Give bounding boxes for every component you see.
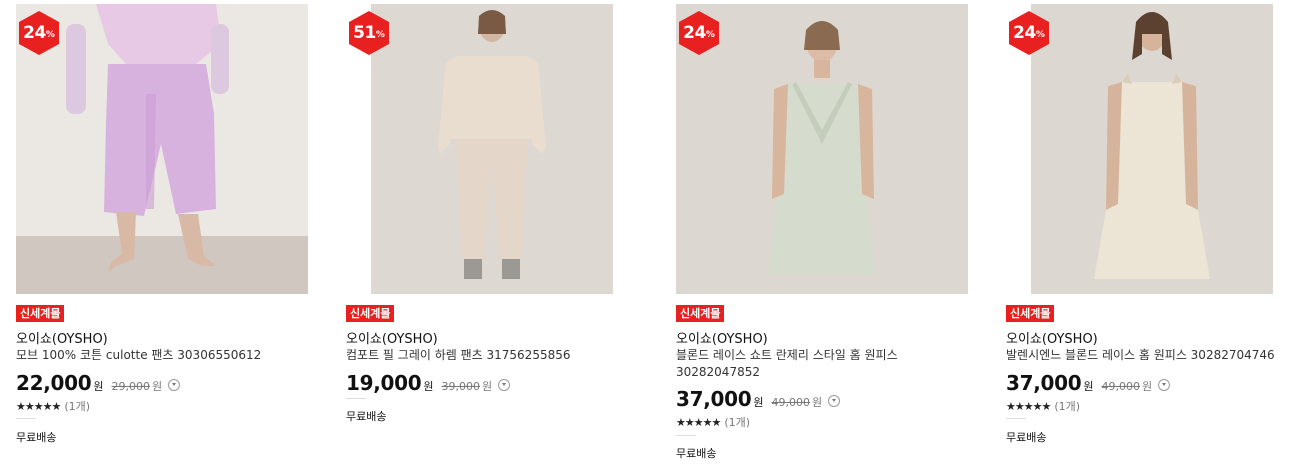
price-info-icon[interactable] xyxy=(168,379,181,391)
discount-value: 24 xyxy=(683,23,706,43)
discount-value: 24 xyxy=(23,23,46,43)
product-title[interactable]: 발렌시엔느 블론드 레이스 홈 원피스 30282704746 xyxy=(1006,347,1291,364)
price-unit: 원 xyxy=(753,396,764,409)
review-count: (1개) xyxy=(724,416,751,429)
store-tag: 신세계몰 xyxy=(16,305,65,322)
product-image[interactable]: 51 % xyxy=(346,4,638,294)
sale-price: 37,000 xyxy=(1006,371,1082,395)
original-price: 29,000 xyxy=(111,380,151,393)
price-unit: 원 xyxy=(1083,380,1094,393)
product-grid: 24 % 신세계몰 오이쇼(OYSHO) 모브 100% 코튼 culotte … xyxy=(0,0,1291,472)
discount-badge: 24 % xyxy=(16,10,62,56)
price-info-icon[interactable] xyxy=(828,395,841,407)
divider xyxy=(676,435,696,436)
original-price-unit: 원 xyxy=(812,396,823,409)
discount-badge: 24 % xyxy=(1006,10,1052,56)
divider xyxy=(16,418,36,419)
discount-unit: % xyxy=(1035,30,1045,40)
price-info-icon[interactable] xyxy=(1158,379,1171,391)
discount-badge: 51 % xyxy=(346,10,392,56)
original-price: 49,000 xyxy=(771,396,811,409)
star-rating-icon: ★★★★★ xyxy=(16,399,61,413)
rating: ★★★★★ (1개) xyxy=(676,414,750,430)
product-title[interactable]: 블론드 레이스 쇼트 란제리 스타일 홈 원피스 30282047852 xyxy=(676,347,968,381)
original-price-unit: 원 xyxy=(1142,380,1153,393)
sale-price: 37,000 xyxy=(676,387,752,411)
store-tag: 신세계몰 xyxy=(1006,305,1055,322)
brand-name[interactable]: 오이쇼(OYSHO) xyxy=(346,328,438,347)
price-unit: 원 xyxy=(93,380,104,393)
shipping-label: 무료배송 xyxy=(16,431,57,444)
discount-unit: % xyxy=(705,30,715,40)
store-tag: 신세계몰 xyxy=(346,305,395,322)
discount-value: 51 xyxy=(353,23,376,43)
discount-unit: % xyxy=(375,30,385,40)
product-card[interactable]: 24 % 신세계몰 오이쇼(OYSHO) 모브 100% 코튼 culotte … xyxy=(16,0,308,472)
price-info-icon[interactable] xyxy=(498,379,511,391)
product-image[interactable]: 24 % xyxy=(676,4,968,294)
price-row: 22,000 원 29,000 원 xyxy=(16,371,181,395)
rating: ★★★★★ (1개) xyxy=(16,398,90,414)
sale-price: 19,000 xyxy=(346,371,422,395)
product-card[interactable]: 24 % 신세계몰 오이쇼(OYSHO) 발렌시엔느 블론드 레이스 홈 원피스… xyxy=(1006,0,1291,472)
product-title[interactable]: 모브 100% 코튼 culotte 팬츠 30306550612 xyxy=(16,347,308,364)
rating: ★★★★★ (1개) xyxy=(1006,398,1080,414)
divider xyxy=(1006,418,1026,419)
product-title[interactable]: 컴포트 필 그레이 하렘 팬츠 31756255856 xyxy=(346,347,638,364)
divider xyxy=(346,398,366,399)
original-price: 49,000 xyxy=(1101,380,1141,393)
discount-unit: % xyxy=(45,30,55,40)
original-price-unit: 원 xyxy=(152,380,163,393)
store-tag: 신세계몰 xyxy=(676,305,725,322)
discount-value: 24 xyxy=(1013,23,1036,43)
brand-name[interactable]: 오이쇼(OYSHO) xyxy=(16,328,108,347)
product-card[interactable]: 51 % 신세계몰 오이쇼(OYSHO) 컴포트 필 그레이 하렘 팬츠 317… xyxy=(346,0,638,472)
shipping-label: 무료배송 xyxy=(346,410,387,423)
review-count: (1개) xyxy=(64,400,91,413)
product-card[interactable]: 24 % 신세계몰 오이쇼(OYSHO) 블론드 레이스 쇼트 란제리 스타일 … xyxy=(676,0,968,472)
product-image[interactable]: 24 % xyxy=(16,4,308,294)
brand-name[interactable]: 오이쇼(OYSHO) xyxy=(1006,328,1098,347)
original-price-unit: 원 xyxy=(482,380,493,393)
review-count: (1개) xyxy=(1054,400,1081,413)
shipping-label: 무료배송 xyxy=(1006,431,1047,444)
price-row: 19,000 원 39,000 원 xyxy=(346,371,511,395)
sale-price: 22,000 xyxy=(16,371,92,395)
star-rating-icon: ★★★★★ xyxy=(676,415,721,429)
star-rating-icon: ★★★★★ xyxy=(1006,399,1051,413)
discount-badge: 24 % xyxy=(676,10,722,56)
original-price: 39,000 xyxy=(441,380,481,393)
product-image[interactable]: 24 % xyxy=(1006,4,1291,294)
brand-name[interactable]: 오이쇼(OYSHO) xyxy=(676,328,768,347)
price-row: 37,000 원 49,000 원 xyxy=(1006,371,1171,395)
price-unit: 원 xyxy=(423,380,434,393)
shipping-label: 무료배송 xyxy=(676,447,717,460)
price-row: 37,000 원 49,000 원 xyxy=(676,387,841,411)
